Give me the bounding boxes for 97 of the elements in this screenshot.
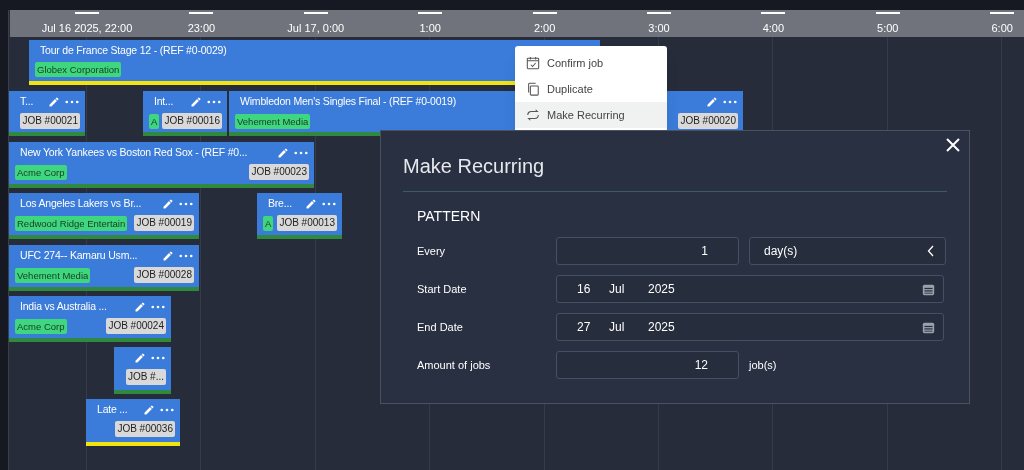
time-label: Jul 17, 0:00 xyxy=(287,21,345,36)
time-label: 1:00 xyxy=(419,21,441,36)
time-label: 6:00 xyxy=(991,21,1013,36)
job-title: Bre... xyxy=(268,196,292,212)
pencil-icon[interactable] xyxy=(305,198,317,210)
menu-item[interactable]: Confirm job xyxy=(515,50,667,76)
job-number-badge: JOB #00028 xyxy=(134,267,194,283)
number-field[interactable]: 1 xyxy=(556,237,739,265)
job-card[interactable]: T... JOB #00021 xyxy=(9,91,85,136)
menu-item[interactable]: Duplicate xyxy=(515,76,667,102)
tick-mark xyxy=(75,12,99,14)
client-tag: Acme Corp xyxy=(15,318,67,334)
tick-mark xyxy=(189,12,214,14)
pencil-icon[interactable] xyxy=(48,96,60,108)
job-title: New York Yankees vs Boston Red Sox - (REF #0... xyxy=(20,145,248,161)
job-number-badge: JOB #00036 xyxy=(115,421,175,437)
pencil-icon[interactable] xyxy=(134,301,146,313)
client-tag: Vehement Media xyxy=(15,267,91,283)
job-title: UFC 274-- Kamaru Usm... xyxy=(20,248,138,264)
tick-mark xyxy=(532,12,557,14)
time-label: 23:00 xyxy=(187,21,216,36)
job-title: Int... xyxy=(154,94,174,110)
pencil-icon[interactable] xyxy=(162,250,174,262)
pencil-icon[interactable] xyxy=(143,404,155,416)
repeat-icon xyxy=(526,108,540,122)
more-icon[interactable] xyxy=(65,100,79,104)
tick-mark xyxy=(875,12,900,14)
close-icon xyxy=(945,137,961,153)
tick-mark xyxy=(418,12,443,14)
more-icon[interactable] xyxy=(179,254,193,258)
more-icon[interactable] xyxy=(151,356,165,360)
job-number-badge: JOB #00016 xyxy=(162,113,222,129)
pencil-icon[interactable] xyxy=(162,198,174,210)
job-card[interactable]: UFC 274-- Kamaru Usm... Vehement Media JOB #00028 xyxy=(9,245,199,291)
time-label: 2:00 xyxy=(533,21,556,36)
more-icon[interactable] xyxy=(723,100,737,104)
more-icon[interactable] xyxy=(207,100,221,104)
job-card[interactable]: JOB #... xyxy=(114,347,171,394)
job-title: Wimbledon Men's Singles Final - (REF #0-0019) xyxy=(240,94,456,110)
client-tag: Vehement Media xyxy=(235,113,311,129)
job-title: India vs Australia ... xyxy=(20,299,107,315)
section-heading: PATTERN xyxy=(417,207,482,226)
job-title: Tour de France Stage 12 - (REF #0-0029) xyxy=(40,43,227,59)
job-card[interactable]: Los Angeles Lakers vs Br... Redwood Ridge Entertain JOB #00019 xyxy=(9,193,199,239)
job-number-badge: JOB #00013 xyxy=(277,215,337,231)
job-card[interactable]: New York Yankees vs Boston Red Sox - (REF #0... Acme Corp JOB #00023 xyxy=(9,142,314,188)
time-label: 4:00 xyxy=(762,21,785,36)
field-label: Amount of jobs xyxy=(417,357,492,373)
unit-select[interactable]: day(s) xyxy=(749,237,946,265)
client-tag: A xyxy=(149,113,160,129)
client-tag: Acme Corp xyxy=(15,164,67,180)
job-title: T... xyxy=(20,94,34,110)
time-label: 3:00 xyxy=(648,21,670,36)
job-number-badge: JOB #00021 xyxy=(20,113,80,129)
date-field[interactable]: 16 Jul 2025 xyxy=(556,275,944,303)
more-icon[interactable] xyxy=(151,305,165,309)
more-icon[interactable] xyxy=(160,408,174,412)
pencil-icon[interactable] xyxy=(277,147,289,159)
pencil-icon[interactable] xyxy=(190,96,202,108)
job-card[interactable]: Bre... A JOB #00013 xyxy=(257,193,342,239)
job-number-badge: JOB #00024 xyxy=(106,318,166,334)
tick-mark xyxy=(647,12,671,14)
client-tag: Globex Corporation xyxy=(35,62,122,77)
tick-mark xyxy=(303,12,328,14)
tick-mark xyxy=(761,12,786,14)
pencil-icon[interactable] xyxy=(134,352,146,364)
time-label: 5:00 xyxy=(877,21,899,36)
pencil-icon[interactable] xyxy=(706,96,718,108)
job-card[interactable]: Int... A JOB #00016 xyxy=(143,91,227,136)
menu-item[interactable]: Make Recurring xyxy=(515,102,667,128)
job-title: Late ... xyxy=(97,402,128,418)
more-icon[interactable] xyxy=(294,151,308,155)
unit-label: job(s) xyxy=(749,357,777,373)
calendar-icon[interactable] xyxy=(922,282,935,296)
job-number-badge: JOB #00023 xyxy=(249,164,309,180)
client-tag: Redwood Ridge Entertain xyxy=(15,215,128,231)
dialog-title: Make Recurring xyxy=(403,154,546,179)
time-label: Jul 16 2025, 22:00 xyxy=(41,21,133,36)
job-number-badge: JOB #00020 xyxy=(678,113,738,129)
more-icon[interactable] xyxy=(322,202,336,206)
job-number-badge: JOB #00019 xyxy=(134,215,194,231)
calendar-check-icon xyxy=(526,56,540,70)
calendar-icon[interactable] xyxy=(922,320,935,334)
field-label: Every xyxy=(417,243,447,259)
copy-icon xyxy=(526,82,540,96)
client-tag: A xyxy=(263,215,274,231)
job-title: Los Angeles Lakers vs Br... xyxy=(20,196,142,212)
chevron-left-icon xyxy=(927,245,935,257)
field-label: Start Date xyxy=(417,281,468,297)
tick-mark xyxy=(990,12,1015,14)
number-field[interactable]: 12 xyxy=(556,351,739,379)
field-label: End Date xyxy=(417,319,464,335)
more-icon[interactable] xyxy=(179,202,193,206)
job-card[interactable]: India vs Australia ... Acme Corp JOB #00024 xyxy=(9,296,171,342)
job-number-badge: JOB #... xyxy=(125,369,166,385)
date-field[interactable]: 27 Jul 2025 xyxy=(556,313,944,341)
job-card[interactable]: Late ... JOB #00036 xyxy=(86,399,180,446)
